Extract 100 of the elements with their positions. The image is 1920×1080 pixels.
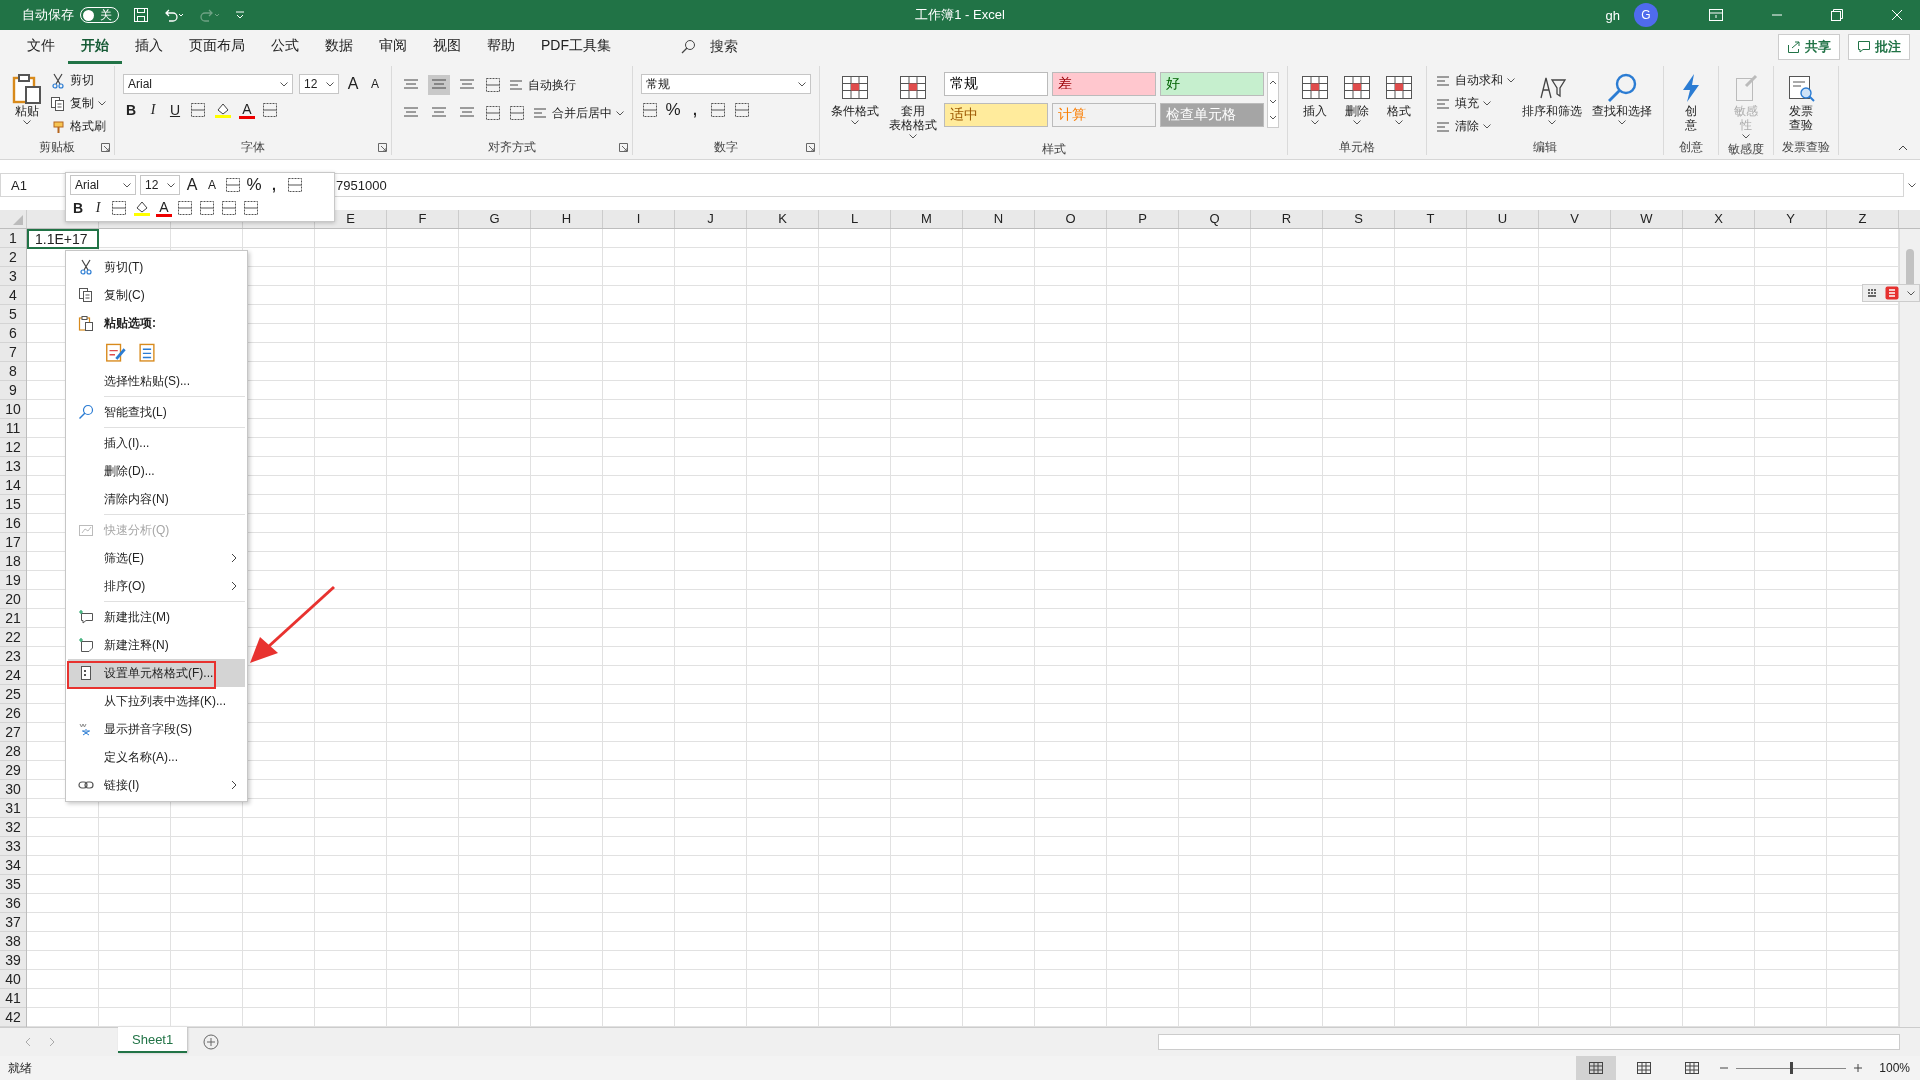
font-color-button[interactable]: A — [239, 101, 255, 119]
scroll-arrows-icon[interactable] — [1267, 72, 1279, 128]
format-button[interactable]: , — [687, 100, 703, 120]
row-header[interactable]: 32 — [0, 818, 26, 837]
ribbon-tab[interactable]: 文件 — [14, 30, 68, 64]
column-header[interactable]: W — [1611, 210, 1683, 228]
ribbon-tab[interactable]: 帮助 — [474, 30, 528, 64]
format-button[interactable]: I — [90, 198, 106, 218]
paste-format-icon[interactable] — [104, 341, 126, 363]
row-header[interactable]: 27 — [0, 723, 26, 742]
row-header[interactable]: 23 — [0, 647, 26, 666]
dialog-launcher-icon[interactable] — [619, 143, 628, 152]
menu-item[interactable]: 新建批注(M) — [68, 603, 245, 631]
ribbon-button[interactable]: 发票 查验 — [1782, 70, 1820, 134]
column-header[interactable]: Z — [1827, 210, 1899, 228]
row-header[interactable]: 34 — [0, 856, 26, 875]
format-button[interactable]: A — [345, 74, 361, 94]
tool-icon[interactable] — [198, 199, 216, 217]
ribbon-tab[interactable]: 视图 — [420, 30, 474, 64]
ribbon-button[interactable]: 合并后居中 — [532, 102, 624, 124]
close-icon[interactable] — [1891, 9, 1903, 21]
zoom-in-icon[interactable] — [1854, 1064, 1862, 1072]
row-header[interactable]: 15 — [0, 495, 26, 514]
row-header[interactable]: 9 — [0, 381, 26, 400]
menu-item[interactable]: 从下拉列表中选择(K)... — [68, 687, 245, 715]
tool-icon[interactable] — [189, 101, 207, 119]
column-header[interactable]: Y — [1755, 210, 1827, 228]
user-avatar[interactable]: G — [1634, 3, 1658, 27]
collapse-icon[interactable] — [1898, 145, 1908, 151]
column-header[interactable]: J — [675, 210, 747, 228]
ribbon-tab[interactable]: 数据 — [312, 30, 366, 64]
tool-icon[interactable] — [733, 101, 751, 119]
ribbon-button[interactable]: 删除 — [1338, 70, 1376, 127]
format-button[interactable]: A — [204, 175, 220, 195]
dropdown-field[interactable]: 12 — [299, 74, 339, 94]
search-field[interactable]: 搜索 — [680, 38, 738, 56]
row-header[interactable]: 11 — [0, 419, 26, 438]
column-header[interactable]: L — [819, 210, 891, 228]
menu-item[interactable]: 剪切(T) — [68, 253, 245, 281]
vertical-scrollbar[interactable] — [1899, 229, 1920, 1027]
column-header[interactable]: N — [963, 210, 1035, 228]
row-header[interactable]: 30 — [0, 780, 26, 799]
format-button[interactable]: % — [665, 100, 681, 120]
format-button[interactable]: B — [123, 100, 139, 120]
dropdown-field[interactable]: 常规 — [641, 74, 811, 94]
active-cell[interactable]: 1.1E+17 — [27, 229, 99, 249]
row-header[interactable]: 5 — [0, 305, 26, 324]
column-header[interactable]: O — [1035, 210, 1107, 228]
column-header[interactable]: P — [1107, 210, 1179, 228]
ribbon-tab[interactable]: 插入 — [122, 30, 176, 64]
row-header[interactable]: 4 — [0, 286, 26, 305]
save-icon[interactable] — [133, 7, 149, 23]
ribbon-button[interactable]: 复制 — [50, 93, 106, 114]
dialog-launcher-icon[interactable] — [101, 143, 110, 152]
font-color-button[interactable]: A — [156, 199, 172, 217]
menu-item[interactable]: 删除(D)... — [68, 457, 245, 485]
row-header[interactable]: 2 — [0, 248, 26, 267]
ribbon-button[interactable]: 填充 — [1435, 93, 1515, 114]
ribbon-display-icon[interactable] — [1709, 9, 1723, 21]
row-header[interactable]: 25 — [0, 685, 26, 704]
column-header[interactable]: H — [531, 210, 603, 228]
column-header[interactable]: Q — [1179, 210, 1251, 228]
sheet-tab[interactable]: Sheet1 — [118, 1027, 188, 1053]
row-header[interactable]: 20 — [0, 590, 26, 609]
row-header[interactable]: 36 — [0, 894, 26, 913]
ribbon-button[interactable]: 剪切 — [50, 70, 106, 91]
cell-style[interactable]: 差 — [1052, 72, 1156, 96]
menu-item[interactable]: 筛选(E) — [68, 544, 245, 572]
row-header[interactable]: 7 — [0, 343, 26, 362]
view-button[interactable] — [1576, 1056, 1616, 1080]
tool-icon[interactable] — [484, 104, 502, 122]
dropdown-field[interactable]: 12 — [140, 175, 180, 195]
ribbon-button[interactable]: 格式刷 — [50, 116, 106, 137]
fill-color-icon[interactable] — [132, 199, 152, 217]
column-header[interactable]: U — [1467, 210, 1539, 228]
column-header[interactable]: R — [1251, 210, 1323, 228]
row-header[interactable]: 19 — [0, 571, 26, 590]
column-header[interactable]: T — [1395, 210, 1467, 228]
column-header[interactable]: I — [603, 210, 675, 228]
tool-icon[interactable] — [709, 101, 727, 119]
tool-icon[interactable] — [110, 199, 128, 217]
add-sheet-icon[interactable] — [203, 1034, 220, 1050]
ribbon-button[interactable]: 条件格式 — [828, 70, 882, 127]
ribbon-tab[interactable]: 公式 — [258, 30, 312, 64]
ribbon-button[interactable]: 自动求和 — [1435, 70, 1515, 91]
tool-icon[interactable] — [286, 176, 304, 194]
row-header[interactable]: 33 — [0, 837, 26, 856]
comments-button[interactable]: 批注 — [1848, 34, 1910, 60]
row-header[interactable]: 41 — [0, 989, 26, 1008]
customize-icon[interactable] — [235, 10, 245, 20]
restore-icon[interactable] — [1831, 9, 1843, 21]
row-header[interactable]: 8 — [0, 362, 26, 381]
horizontal-scrollbar[interactable] — [1158, 1034, 1900, 1050]
format-button[interactable]: A — [367, 74, 383, 94]
share-button[interactable]: 共享 — [1778, 34, 1840, 60]
row-header[interactable]: 6 — [0, 324, 26, 343]
ribbon-button[interactable]: 格式 — [1380, 70, 1418, 127]
row-header[interactable]: 16 — [0, 514, 26, 533]
cell-style[interactable]: 好 — [1160, 72, 1264, 96]
format-button[interactable]: U — [167, 100, 183, 120]
